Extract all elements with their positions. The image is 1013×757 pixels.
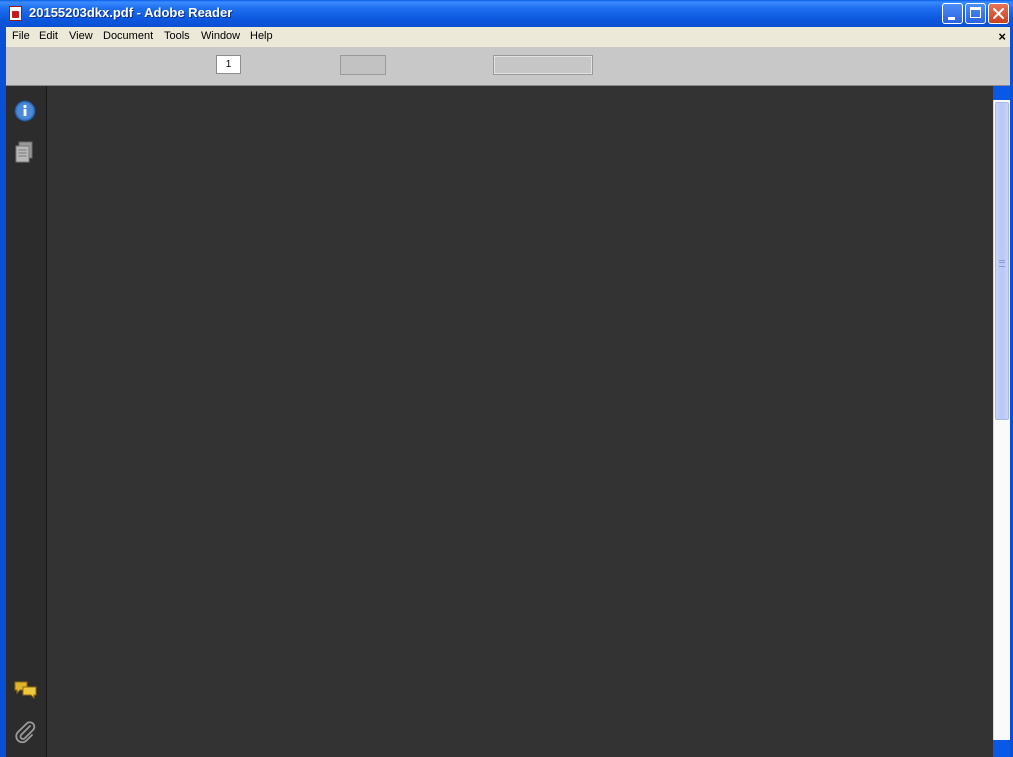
zoom-input[interactable]: [340, 55, 386, 75]
pdf-document-icon: [9, 6, 22, 21]
toolbar: 1: [6, 47, 1010, 86]
menu-file[interactable]: File: [12, 30, 30, 42]
menu-view[interactable]: View: [69, 30, 93, 42]
scrollbar-grip: [999, 260, 1005, 267]
comments-icon[interactable]: [14, 680, 38, 705]
window-title: 20155203dkx.pdf - Adobe Reader: [29, 5, 233, 20]
page-number-input[interactable]: 1: [216, 55, 241, 74]
vertical-scrollbar[interactable]: [993, 100, 1010, 740]
close-icon: [993, 8, 1004, 19]
scrollbar-thumb[interactable]: [995, 102, 1009, 420]
maximize-button[interactable]: [965, 3, 986, 24]
menu-help[interactable]: Help: [250, 30, 273, 42]
minimize-button[interactable]: [942, 3, 963, 24]
menu-bar: File Edit View Document Tools Window Hel…: [6, 27, 1010, 48]
close-document-button[interactable]: ×: [998, 29, 1006, 44]
attachments-icon[interactable]: [14, 720, 36, 749]
document-view[interactable]: [47, 86, 993, 757]
pages-icon[interactable]: [14, 141, 36, 170]
find-input[interactable]: [493, 55, 593, 75]
adobe-reader-window: 20155203dkx.pdf - Adobe Reader File Edit…: [0, 0, 1013, 757]
close-window-button[interactable]: [988, 3, 1009, 24]
title-bar[interactable]: 20155203dkx.pdf - Adobe Reader: [0, 0, 1013, 27]
menu-edit[interactable]: Edit: [39, 30, 58, 42]
menu-window[interactable]: Window: [201, 30, 240, 42]
menu-document[interactable]: Document: [103, 30, 153, 42]
menu-tools[interactable]: Tools: [164, 30, 190, 42]
info-icon[interactable]: [14, 100, 36, 127]
navigation-pane: [6, 86, 47, 757]
